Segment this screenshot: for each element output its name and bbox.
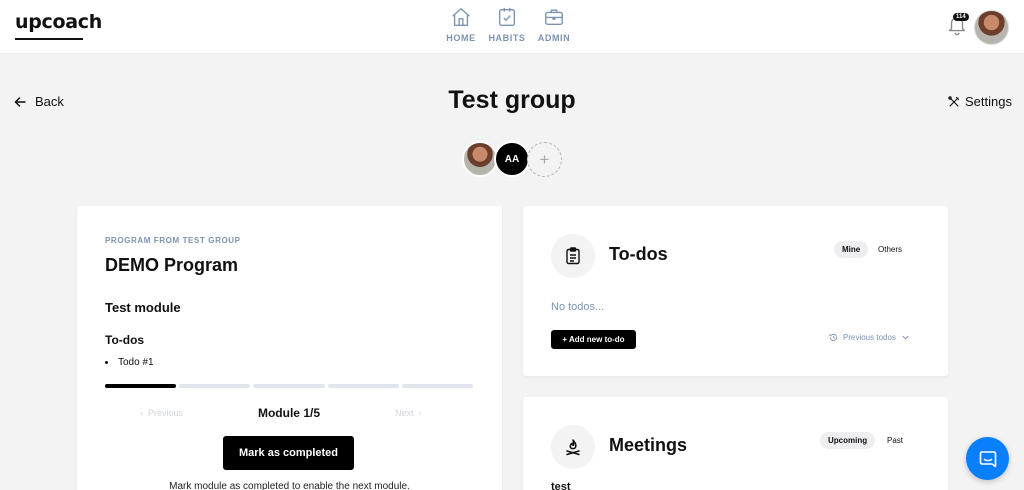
progress-segment — [179, 384, 251, 388]
tools-icon — [948, 95, 960, 107]
filter-others[interactable]: Others — [870, 241, 910, 258]
nav-admin[interactable]: ADMIN — [524, 6, 584, 43]
meetings-card: Meetings Upcoming Past test — [523, 397, 948, 490]
add-todo-button[interactable]: + Add new to-do — [551, 330, 636, 349]
module-title: Test module — [105, 300, 181, 315]
arrow-left-icon — [14, 96, 26, 107]
program-title: DEMO Program — [105, 255, 239, 275]
member-avatar-initials[interactable]: AA — [494, 141, 530, 177]
settings-button[interactable]: Settings — [948, 94, 1012, 109]
previous-todos-toggle[interactable]: Previous todos — [829, 333, 910, 342]
chat-widget-button[interactable] — [966, 437, 1009, 480]
history-icon — [829, 333, 838, 342]
empty-todos-text: No todos... — [551, 301, 605, 313]
settings-label: Settings — [965, 94, 1012, 109]
top-navigation-bar: upcoach HOME HABITS ADMIN 114 — [0, 0, 1024, 54]
logo-underline — [15, 38, 83, 40]
module-progress-bar — [105, 384, 474, 389]
previous-module-button[interactable]: ‹ Previous — [140, 408, 183, 418]
module-todos-heading: To-dos — [105, 333, 145, 347]
filter-upcoming[interactable]: Upcoming — [820, 432, 876, 449]
home-icon — [452, 8, 470, 26]
previous-label: Previous — [148, 408, 184, 418]
notification-badge: 114 — [953, 13, 969, 21]
next-module-button[interactable]: Next › — [395, 408, 422, 418]
progress-segment — [253, 384, 325, 388]
meetings-icon-wrap — [551, 425, 595, 469]
nav-habits-label: HABITS — [488, 33, 526, 43]
module-todo-label: Todo #1 — [118, 357, 154, 368]
program-source-label: PROGRAM FROM TEST GROUP — [105, 236, 241, 245]
filter-mine[interactable]: Mine — [834, 241, 869, 258]
back-label: Back — [35, 94, 64, 109]
add-member-button[interactable]: + — [527, 142, 562, 177]
filter-past[interactable]: Past — [879, 432, 911, 449]
todos-icon-wrap — [551, 234, 595, 278]
page-title: Test group — [448, 86, 576, 114]
progress-segment — [105, 384, 177, 388]
progress-segment — [401, 384, 474, 388]
todos-title: To-dos — [609, 244, 668, 264]
meeting-item[interactable]: test — [551, 481, 571, 490]
chat-icon — [979, 450, 996, 467]
campfire-icon — [566, 439, 580, 456]
mark-as-completed-button[interactable]: Mark as completed — [223, 436, 354, 470]
progress-segment — [327, 384, 399, 388]
member-avatar[interactable] — [462, 141, 498, 177]
module-pager: ‹ Previous Module 1/5 Next › — [105, 406, 473, 422]
nav-admin-label: ADMIN — [537, 33, 571, 43]
module-todo-item: Todo #1 — [105, 357, 154, 368]
meetings-title: Meetings — [609, 435, 688, 455]
todos-card: To-dos Mine Others No todos... + Add new… — [523, 206, 948, 376]
next-label: Next — [395, 408, 414, 418]
clipboard-check-icon — [498, 7, 516, 26]
briefcase-icon — [545, 9, 563, 26]
user-avatar[interactable] — [974, 10, 1009, 45]
back-button[interactable]: Back — [14, 94, 64, 109]
program-card: PROGRAM FROM TEST GROUP DEMO Program Tes… — [77, 206, 502, 490]
previous-todos-label: Previous todos — [843, 333, 896, 342]
clipboard-list-icon — [566, 247, 580, 265]
chevron-down-icon — [902, 335, 909, 340]
nav-home-label: HOME — [446, 33, 476, 43]
upcoach-logo[interactable]: upcoach — [15, 11, 102, 33]
completion-hint: Mark module as completed to enable the n… — [169, 481, 410, 490]
